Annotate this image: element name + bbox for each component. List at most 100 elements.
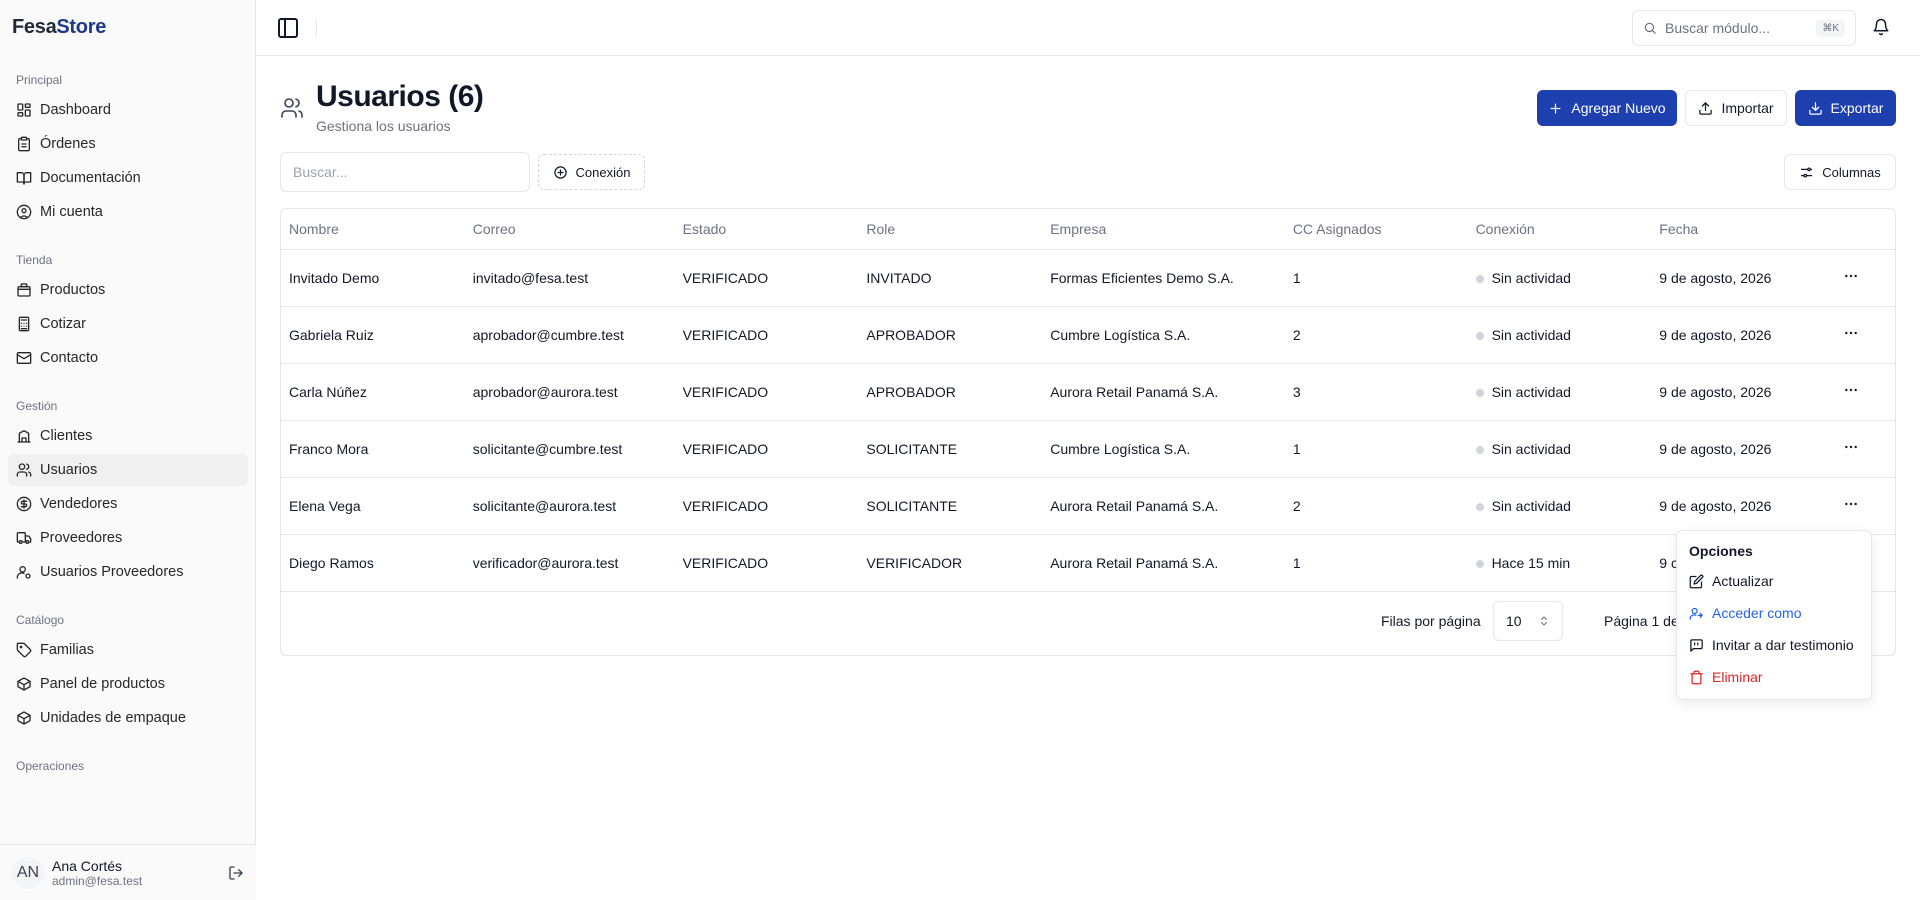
- add-new-button[interactable]: Agregar Nuevo: [1537, 90, 1677, 126]
- connection-status-dot: [1475, 274, 1484, 283]
- truck-icon: [16, 532, 32, 544]
- sidebar-item-documentación[interactable]: Documentación: [8, 162, 248, 194]
- sidebar-item-panel-de-productos[interactable]: Panel de productos: [8, 668, 248, 700]
- sidebar-item-vendedores[interactable]: Vendedores: [8, 488, 248, 520]
- user-info: Ana Cortés admin@fesa.test: [52, 858, 228, 888]
- table-row[interactable]: Franco Mora solicitante@cumbre.test VERIFI…: [281, 420, 1895, 478]
- connection-filter-button[interactable]: Conexión: [538, 154, 645, 190]
- export-label: Exportar: [1830, 100, 1884, 116]
- rows-per-page-select[interactable]: 10: [1493, 601, 1563, 641]
- more-horizontal-icon[interactable]: [1843, 268, 1859, 284]
- plus-circle-icon: [553, 165, 567, 179]
- cell-conexion: Sin actividad: [1467, 363, 1652, 421]
- cell-nombre: Carla Núñez: [281, 363, 465, 421]
- cell-actions: [1835, 363, 1895, 421]
- cell-correo: invitado@fesa.test: [464, 249, 675, 307]
- sidebar-item-clientes[interactable]: Clientes: [8, 420, 248, 452]
- table-row[interactable]: Gabriela Ruiz aprobador@cumbre.test VERIFI…: [281, 306, 1895, 364]
- cell-actions: [1835, 477, 1895, 535]
- user-switch-icon: [1689, 607, 1703, 620]
- users-icon: [16, 463, 32, 477]
- sidebar-toggle-icon[interactable]: [276, 16, 300, 40]
- row-options-menu: Opciones Actualizar Acceder como Invitar…: [1676, 530, 1872, 700]
- cell-actions: [1835, 249, 1895, 307]
- columns-button[interactable]: Columnas: [1784, 154, 1896, 190]
- nav-group: Gestión Clientes Usuarios Vendedores Proveed…: [0, 394, 256, 588]
- more-horizontal-icon[interactable]: [1843, 439, 1859, 455]
- topbar: Buscar módulo... ⌘K: [256, 0, 1920, 56]
- cell-cc: 3: [1284, 363, 1468, 421]
- sidebar: FesaStore Principal Dashboard Órdenes Docum…: [0, 0, 256, 900]
- cell-fecha: 9 de agosto, 2026: [1651, 363, 1835, 421]
- cell-conexion: Sin actividad: [1467, 249, 1652, 307]
- logout-icon[interactable]: [228, 865, 244, 881]
- topbar-divider: [316, 20, 317, 36]
- columns-label: Columnas: [1822, 164, 1881, 180]
- sidebar-item-usuarios[interactable]: Usuarios: [8, 454, 248, 486]
- sidebar-item-usuarios-proveedores[interactable]: Usuarios Proveedores: [8, 556, 248, 588]
- user-card[interactable]: AN Ana Cortés admin@fesa.test: [0, 844, 256, 900]
- table-row[interactable]: Carla Núñez aprobador@aurora.test VERIFICA…: [281, 363, 1895, 421]
- import-label: Importar: [1721, 100, 1774, 116]
- column-header: Role: [858, 209, 1043, 250]
- sidebar-item-cotizar[interactable]: Cotizar: [8, 308, 248, 340]
- sidebar-item-productos[interactable]: Productos: [8, 274, 248, 306]
- menu-item-delete-label: Eliminar: [1712, 669, 1763, 685]
- cell-nombre: Gabriela Ruiz: [281, 306, 465, 364]
- sidebar-item-label: Unidades de empaque: [40, 710, 186, 726]
- cell-cc: 1: [1284, 249, 1468, 307]
- nav-group-label: Operaciones: [16, 759, 85, 773]
- user-name: Ana Cortés: [52, 857, 123, 874]
- sidebar-item-dashboard[interactable]: Dashboard: [8, 94, 248, 126]
- cell-actions: [1835, 306, 1895, 364]
- sidebar-item-familias[interactable]: Familias: [8, 634, 248, 666]
- download-icon: [1808, 101, 1822, 115]
- import-button[interactable]: Importar: [1685, 90, 1787, 126]
- rows-per-page-value: 10: [1506, 613, 1522, 629]
- more-horizontal-icon[interactable]: [1843, 496, 1859, 512]
- table-row[interactable]: Diego Ramos verificador@aurora.test VERIFI…: [281, 534, 1895, 592]
- cell-nombre: Elena Vega: [281, 477, 465, 535]
- cell-empresa: Cumbre Logística S.A.: [1042, 306, 1285, 364]
- cell-actions: [1835, 420, 1895, 478]
- sidebar-item-label: Dashboard: [40, 102, 111, 118]
- connection-status-text: Hace 15 min: [1491, 554, 1571, 571]
- connection-status-text: Sin actividad: [1491, 326, 1571, 343]
- menu-item-delete[interactable]: Eliminar: [1683, 661, 1865, 693]
- chevrons-up-down-icon: [1541, 616, 1547, 626]
- sidebar-item-label: Productos: [40, 282, 106, 298]
- sidebar-item-órdenes[interactable]: Órdenes: [8, 128, 248, 160]
- cell-conexion: Sin actividad: [1467, 477, 1652, 535]
- bell-icon[interactable]: [1872, 18, 1890, 36]
- menu-item-invite[interactable]: Invitar a dar testimonio: [1683, 629, 1865, 661]
- dashboard-icon: [17, 103, 31, 117]
- more-horizontal-icon[interactable]: [1843, 382, 1859, 398]
- mail-icon: [16, 352, 32, 364]
- nav-group-label: Catálogo: [16, 613, 65, 627]
- package-icon: [17, 283, 31, 297]
- calculator-icon: [18, 316, 30, 332]
- table-row[interactable]: Invitado Demo invitado@fesa.test VERIFICAD…: [281, 249, 1895, 307]
- nav-group-label: Gestión: [16, 399, 58, 413]
- menu-title: Opciones: [1689, 543, 1753, 559]
- more-horizontal-icon[interactable]: [1843, 325, 1859, 341]
- box-icon: [17, 711, 31, 725]
- menu-item-update[interactable]: Actualizar: [1683, 565, 1865, 597]
- cell-nombre: Franco Mora: [281, 420, 465, 478]
- table-row[interactable]: Elena Vega solicitante@aurora.test VERIFIC…: [281, 477, 1895, 535]
- cell-fecha: 9 de agosto, 2026: [1651, 420, 1835, 478]
- export-button[interactable]: Exportar: [1795, 90, 1896, 126]
- sidebar-item-mi-cuenta[interactable]: Mi cuenta: [8, 196, 248, 228]
- connection-status-text: Sin actividad: [1491, 269, 1571, 286]
- sidebar-item-unidades-de-empaque[interactable]: Unidades de empaque: [8, 702, 248, 734]
- cell-fecha: 9 de agosto, 2026: [1651, 477, 1835, 535]
- menu-item-login-as[interactable]: Acceder como: [1683, 597, 1865, 629]
- module-search[interactable]: Buscar módulo... ⌘K: [1632, 10, 1856, 46]
- sidebar-item-proveedores[interactable]: Proveedores: [8, 522, 248, 554]
- cell-empresa: Cumbre Logística S.A.: [1042, 420, 1285, 478]
- sidebar-item-label: Familias: [40, 642, 94, 658]
- table-search-input[interactable]: [280, 152, 530, 192]
- brand-logo[interactable]: FesaStore: [12, 16, 106, 39]
- sidebar-item-contacto[interactable]: Contacto: [8, 342, 248, 374]
- column-header: Estado: [674, 209, 859, 250]
